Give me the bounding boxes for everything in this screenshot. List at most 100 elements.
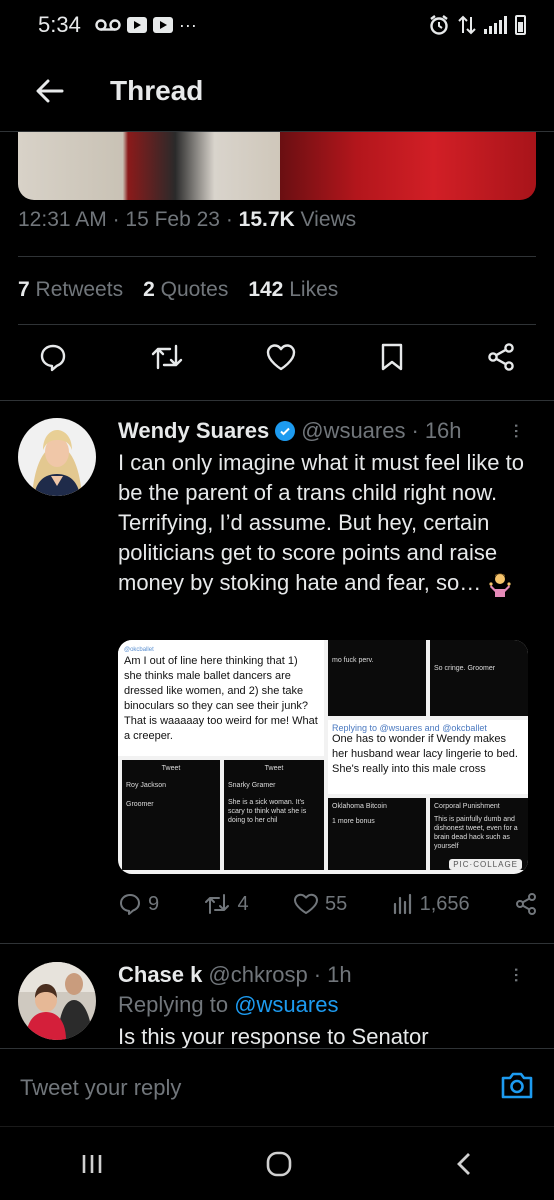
reply-actions: 9 4 55 1,656 — [118, 892, 538, 916]
collage-small-text: So cringe. Groomer — [434, 665, 496, 672]
arrow-left-icon — [36, 79, 64, 102]
views-label: Views — [300, 208, 357, 231]
divider — [0, 400, 554, 401]
quotes-count: 2 — [143, 278, 155, 301]
tweet-media-image[interactable] — [18, 132, 536, 200]
likes-label: Likes — [289, 278, 339, 301]
replies-count: 9 — [148, 892, 160, 915]
collage-user-name: Oklahoma Bitcoin — [332, 803, 387, 810]
collage-screenshot: mo fuck perv. — [328, 640, 426, 716]
replying-to-handle[interactable]: @wsuares — [234, 992, 338, 1017]
analytics-icon — [393, 893, 411, 915]
back-nav-icon[interactable] — [454, 1151, 474, 1177]
reply-author-row: Wendy Suares @wsuares · 16h — [118, 418, 536, 444]
share-icon[interactable] — [486, 342, 516, 372]
status-bar: 5:34 ··· — [0, 0, 554, 50]
verified-badge-icon — [275, 421, 296, 441]
like-icon — [293, 893, 318, 914]
data-transfer-icon — [458, 15, 476, 35]
like-icon[interactable] — [265, 342, 297, 372]
likes-count: 55 — [324, 892, 348, 915]
collage-reply-text: One has to wonder if Wendy makes her hus… — [332, 733, 518, 775]
tweet-text: Is this your response to Senator — [118, 1024, 429, 1048]
camera-button[interactable] — [500, 1070, 534, 1105]
collage-quote-handle: @okcballet — [124, 647, 154, 653]
retweet-icon — [205, 894, 230, 914]
camera-icon — [501, 1072, 533, 1099]
like-button[interactable]: 55 — [293, 892, 347, 916]
page-title: Thread — [110, 74, 204, 106]
author-handle[interactable]: @wsuares — [301, 418, 405, 444]
author-handle[interactable]: @chkrosp — [208, 962, 307, 988]
likes-count: 142 — [248, 278, 284, 301]
collage-user-name: Snarky Gramer — [228, 782, 276, 789]
tweet-text: I can only imagine what it must feel lik… — [118, 448, 528, 598]
reply-icon — [120, 894, 140, 915]
replying-to: Replying to @wsuares — [118, 990, 536, 1020]
separator-dot: · — [411, 418, 419, 443]
author-name[interactable]: Wendy Suares — [118, 418, 269, 444]
views-count: 1,656 — [419, 892, 470, 915]
status-time: 5:34 — [38, 12, 81, 37]
back-button[interactable] — [0, 79, 100, 103]
author-name[interactable]: Chase k — [118, 962, 202, 988]
collage-user-name: Roy Jackson — [126, 782, 167, 789]
reply-tweet[interactable]: Chase k @chkrosp · 1h Replying to @wsuar… — [18, 962, 536, 1048]
reply-composer[interactable]: Tweet your reply — [0, 1048, 554, 1126]
collage-user-name: Corporal Punishment — [434, 803, 500, 810]
tweet-time: 12:31 AM — [18, 208, 107, 231]
tweet-timestamp: 12:31 AM · 15 Feb 23 · 15.7K Views — [18, 208, 357, 231]
collage-small-text: 1 more bonus — [332, 818, 375, 825]
reply-icon[interactable] — [38, 342, 68, 372]
tweet-stats: 7 Retweets 2 Quotes 142 Likes — [18, 278, 338, 302]
bookmark-icon[interactable] — [379, 342, 405, 372]
reply-author-row: Chase k @chkrosp · 1h — [118, 962, 536, 988]
collage-screenshot: Oklahoma Bitcoin 1 more bonus — [328, 798, 426, 870]
share-icon[interactable] — [514, 892, 538, 916]
retweet-icon[interactable] — [150, 342, 184, 372]
recent-apps-icon[interactable] — [80, 1152, 104, 1176]
person-shrugging-emoji-icon — [489, 573, 511, 598]
reply-input[interactable]: Tweet your reply — [20, 1075, 181, 1101]
quotes-stat[interactable]: 2 Quotes — [143, 278, 228, 302]
divider — [18, 256, 536, 257]
tweet-date: 15 Feb 23 — [125, 208, 220, 231]
collage-reply-panel: Replying to @wsuares and @okcballet One … — [328, 720, 528, 794]
more-options-icon[interactable]: ··· — [504, 966, 530, 982]
retweets-label: Retweets — [35, 278, 124, 301]
tweet-media-collage[interactable]: @okcballet Am I out of line here thinkin… — [118, 640, 528, 874]
avatar[interactable] — [18, 418, 96, 496]
collage-quote-text: Am I out of line here thinking that 1) s… — [124, 655, 318, 742]
battery-icon — [515, 15, 526, 35]
likes-stat[interactable]: 142 Likes — [248, 278, 338, 302]
thread-header: Thread — [0, 50, 554, 132]
replying-label: Replying to — [118, 992, 229, 1017]
reply-time: 1h — [327, 962, 352, 987]
collage-small-text: She is a sick woman. It's scary to think… — [228, 799, 307, 824]
retweets-stat[interactable]: 7 Retweets — [18, 278, 123, 302]
collage-quote-panel: @okcballet Am I out of line here thinkin… — [118, 640, 324, 756]
collage-small-text: mo fuck perv. — [332, 657, 374, 664]
more-dots-icon: ··· — [178, 14, 197, 35]
collage-small-text: Groomer — [126, 801, 154, 808]
youtube-icon — [126, 17, 147, 33]
collage-small-text: This is painfully dumb and dishonest twe… — [434, 816, 518, 850]
collage-screen-title: Tweet — [264, 765, 284, 772]
pic-collage-watermark: PIC·COLLAGE — [449, 859, 522, 870]
reply-button[interactable]: 9 — [118, 892, 159, 916]
views-button[interactable]: 1,656 — [392, 893, 470, 916]
avatar[interactable] — [18, 962, 96, 1040]
more-options-icon[interactable]: ··· — [504, 422, 530, 438]
reply-time: 16h — [424, 418, 462, 443]
collage-screenshot: Tweet Snarky Gramer She is a sick woman.… — [224, 760, 324, 870]
retweet-button[interactable]: 4 — [203, 892, 249, 916]
divider — [0, 943, 554, 944]
separator-dot: · — [313, 962, 322, 987]
alarm-icon — [430, 15, 448, 35]
home-icon[interactable] — [265, 1150, 293, 1178]
quotes-label: Quotes — [160, 278, 229, 301]
collage-screenshot: Tweet Roy Jackson Groomer — [122, 760, 220, 870]
collage-reply-to: Replying to @wsuares and @okcballet — [332, 723, 487, 733]
views-count: 15.7K — [238, 208, 295, 231]
notification-icons: ··· — [95, 15, 197, 36]
